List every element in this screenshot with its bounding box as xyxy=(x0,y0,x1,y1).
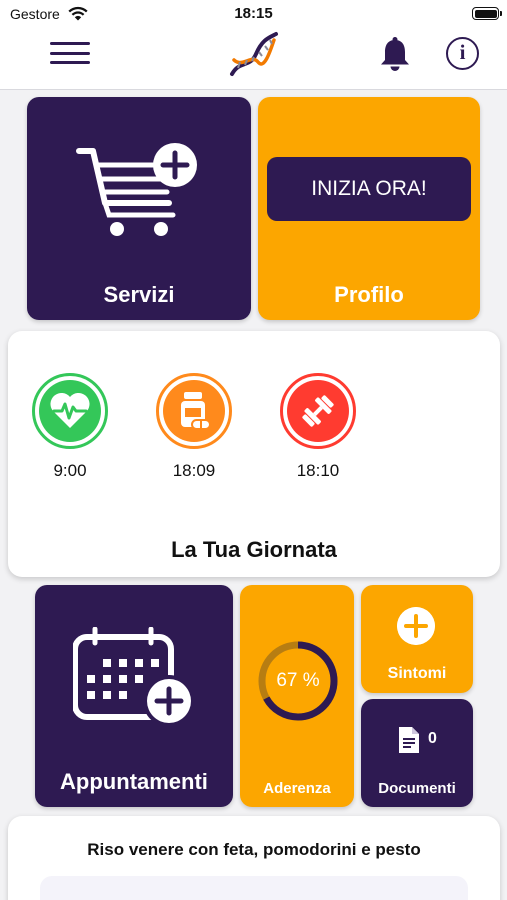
event-time: 18:10 xyxy=(296,461,340,480)
adherence-tile[interactable]: 67 % Aderenza xyxy=(240,585,354,807)
profile-tile[interactable]: INIZIA ORA! Profilo xyxy=(258,97,480,320)
adherence-percent: 67 % xyxy=(276,670,320,691)
document-icon xyxy=(399,727,419,753)
profile-label: Profilo xyxy=(334,282,404,307)
recipe-image xyxy=(40,876,468,900)
status-bar: Gestore 18:15 xyxy=(0,0,507,28)
event-time: 18:09 xyxy=(172,461,216,480)
heart-event-ring xyxy=(32,373,108,449)
symptoms-label: Sintomi xyxy=(387,665,447,682)
documents-label: Documenti xyxy=(378,780,456,797)
info-icon[interactable]: i xyxy=(446,37,479,70)
battery-full-icon xyxy=(472,7,502,20)
status-time: 18:15 xyxy=(234,5,273,22)
dna-helix-logo xyxy=(230,32,278,76)
event-fitness[interactable]: 18:10 xyxy=(278,373,358,481)
top-nav-bar: i xyxy=(0,28,507,90)
event-medicine[interactable]: 18:09 xyxy=(154,373,234,481)
documents-count: 0 xyxy=(428,730,437,747)
documents-tile[interactable]: 0 Documenti xyxy=(361,699,473,807)
cart-plus-icon xyxy=(76,143,197,236)
hamburger-menu-icon[interactable] xyxy=(50,40,90,66)
adherence-label: Aderenza xyxy=(263,780,331,797)
services-tile[interactable]: Servizi xyxy=(27,97,251,320)
recipe-card[interactable]: Riso venere con feta, pomodorini e pesto xyxy=(8,816,500,900)
medicine-bottle-icon xyxy=(181,392,211,430)
dumbbell-icon xyxy=(302,395,334,427)
calendar-plus-icon xyxy=(73,627,195,727)
bell-icon[interactable] xyxy=(378,36,412,72)
fitness-event-ring xyxy=(280,373,356,449)
appointments-tile[interactable]: Appuntamenti xyxy=(35,585,233,807)
symptoms-tile[interactable]: Sintomi xyxy=(361,585,473,693)
plus-circle-icon xyxy=(397,607,435,645)
your-day-card[interactable]: 9:00 18:09 18:10 La Tua Giornata xyxy=(8,331,500,577)
services-label: Servizi xyxy=(103,282,175,307)
event-heart[interactable]: 9:00 xyxy=(30,373,110,481)
medicine-event-ring xyxy=(156,373,232,449)
appointments-label: Appuntamenti xyxy=(60,769,208,794)
event-time: 9:00 xyxy=(53,461,87,480)
recipe-title: Riso venere con feta, pomodorini e pesto xyxy=(87,840,421,859)
start-now-button[interactable]: INIZIA ORA! xyxy=(267,157,471,221)
your-day-title: La Tua Giornata xyxy=(171,537,337,562)
heart-monitor-icon xyxy=(50,392,90,428)
